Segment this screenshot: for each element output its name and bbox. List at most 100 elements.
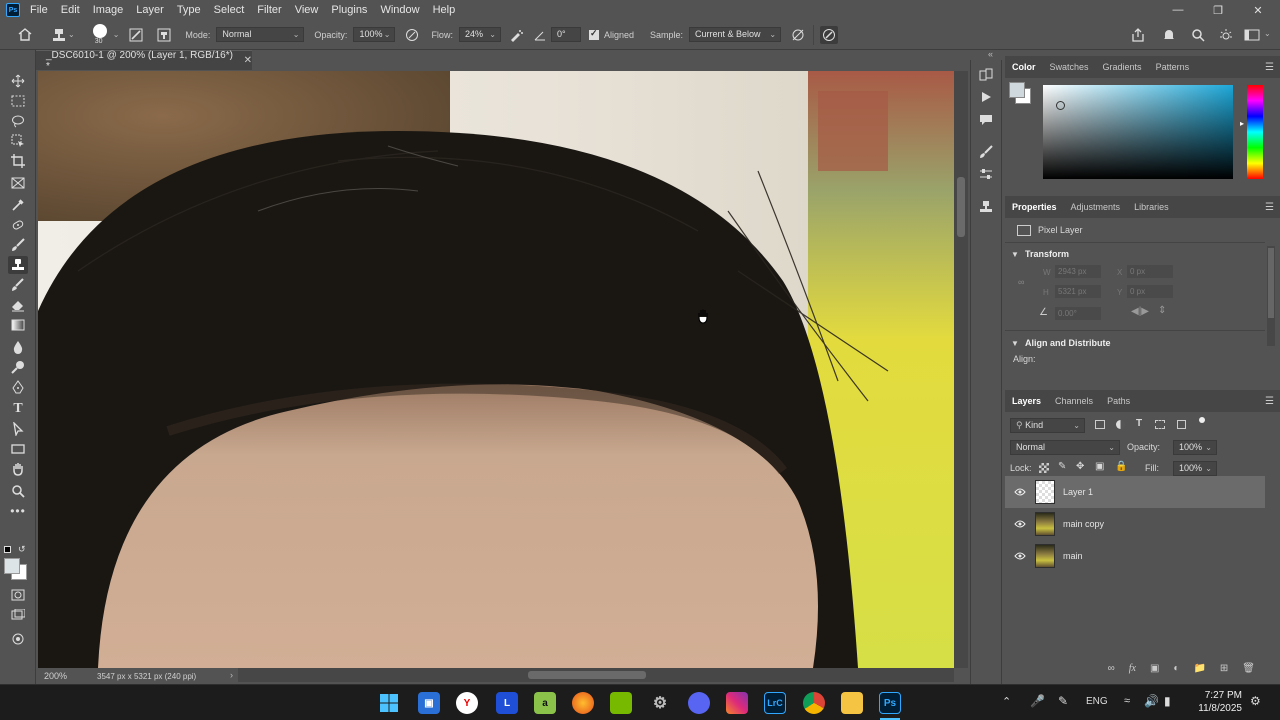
layer-mask-icon[interactable]: ▣ xyxy=(1150,663,1159,674)
actions-play-icon[interactable] xyxy=(980,91,992,106)
volume-icon[interactable]: 🔊 xyxy=(1144,694,1159,708)
object-selection-tool-icon[interactable] xyxy=(8,132,28,150)
color-field[interactable] xyxy=(1043,85,1233,179)
file-explorer-icon[interactable] xyxy=(841,692,863,714)
new-layer-icon[interactable]: ⊞ xyxy=(1220,663,1228,674)
comments-icon[interactable] xyxy=(979,113,993,130)
hue-slider-arrow-icon[interactable]: ▸ xyxy=(1240,119,1244,128)
adjustment-layer-icon[interactable]: ◐ xyxy=(1173,663,1179,674)
tab-color[interactable]: Color xyxy=(1012,62,1036,72)
panel-menu-icon[interactable]: ☰ xyxy=(1265,396,1274,407)
tab-channels[interactable]: Channels xyxy=(1055,396,1093,406)
lock-position-icon[interactable]: ✥ xyxy=(1076,461,1084,472)
layer-filter-select[interactable]: ⚲ Kind ⌄ xyxy=(1010,418,1085,433)
instagram-icon[interactable] xyxy=(726,692,748,714)
vertical-scrollbar[interactable] xyxy=(954,71,968,668)
nvidia-icon[interactable] xyxy=(610,692,632,714)
default-colors-icon[interactable] xyxy=(4,546,11,553)
filter-adjustment-icon[interactable] xyxy=(1116,420,1125,429)
chevron-right-icon[interactable]: › xyxy=(230,670,233,680)
chevron-down-icon[interactable]: ▼ xyxy=(1011,339,1019,348)
menu-plugins[interactable]: Plugins xyxy=(331,4,367,16)
a-app-icon[interactable]: a xyxy=(534,692,556,714)
crop-tool-icon[interactable] xyxy=(8,152,28,170)
angle-field[interactable]: 0° xyxy=(550,27,581,42)
pen-tool-icon[interactable] xyxy=(8,378,28,396)
pressure-size-icon[interactable] xyxy=(820,25,839,44)
type-tool-icon[interactable]: T xyxy=(8,400,28,418)
more-tools-icon[interactable]: ••• xyxy=(8,502,28,520)
tab-adjustments[interactable]: Adjustments xyxy=(1071,202,1121,212)
lock-transparent-icon[interactable] xyxy=(1039,463,1049,473)
horizontal-scroll-thumb[interactable] xyxy=(528,671,646,679)
eye-icon[interactable] xyxy=(1005,488,1035,496)
lightroom-icon[interactable]: LrC xyxy=(764,692,786,714)
mode-select[interactable]: Normal ⌄ xyxy=(216,27,305,42)
lock-all-icon[interactable]: 🔒 xyxy=(1115,461,1127,472)
store-icon[interactable]: ▣ xyxy=(418,692,440,714)
eyedropper-tool-icon[interactable] xyxy=(8,196,28,214)
panel-menu-icon[interactable]: ☰ xyxy=(1265,62,1274,73)
settings-icon[interactable]: ⚙ xyxy=(649,692,671,714)
flip-horizontal-icon[interactable]: ◀|▶ xyxy=(1131,306,1149,317)
pressure-opacity-icon[interactable] xyxy=(403,26,421,44)
firefox-icon[interactable] xyxy=(572,692,594,714)
share-icon[interactable] xyxy=(1129,26,1147,44)
clone-stamp-tool-icon[interactable] xyxy=(8,256,28,274)
tab-libraries[interactable]: Libraries xyxy=(1134,202,1169,212)
airbrush-icon[interactable] xyxy=(507,26,525,44)
flip-vertical-icon[interactable]: ⇕ xyxy=(1158,305,1166,316)
chevron-down-icon[interactable]: ⌄ xyxy=(68,30,75,39)
zoom-tool-icon[interactable] xyxy=(8,482,28,500)
panel-foreground-swatch[interactable] xyxy=(1009,82,1025,98)
aligned-checkbox[interactable]: ✓ xyxy=(588,28,599,40)
properties-scrollbar[interactable] xyxy=(1267,246,1275,346)
filter-type-icon[interactable]: T xyxy=(1136,418,1142,429)
foreground-color-swatch[interactable] xyxy=(4,558,20,574)
tab-swatches[interactable]: Swatches xyxy=(1050,62,1089,72)
x-field[interactable]: 0 px xyxy=(1127,265,1173,278)
minimize-icon[interactable]: — xyxy=(1158,0,1198,20)
battery-icon[interactable]: ▮ xyxy=(1164,694,1171,708)
edit-toolbar-icon[interactable] xyxy=(8,630,28,648)
filter-smart-object-icon[interactable] xyxy=(1177,420,1186,429)
chevron-up-icon[interactable]: ⌃ xyxy=(1002,695,1011,708)
filter-pixel-icon[interactable] xyxy=(1095,420,1105,429)
clone-source-panel-icon[interactable] xyxy=(979,167,993,184)
group-icon[interactable]: 📁 xyxy=(1193,663,1205,674)
brush-size-picker[interactable]: 30 xyxy=(87,21,113,49)
menu-filter[interactable]: Filter xyxy=(257,4,281,16)
fill-field[interactable]: 100% ⌄ xyxy=(1173,461,1217,476)
menu-edit[interactable]: Edit xyxy=(61,4,80,16)
spot-healing-tool-icon[interactable] xyxy=(8,216,28,234)
flow-field[interactable]: 24% ⌄ xyxy=(458,27,501,42)
screen-mode-icon[interactable] xyxy=(8,606,28,624)
gradient-tool-icon[interactable] xyxy=(8,316,28,334)
rotation-field[interactable]: 0.00° xyxy=(1055,307,1101,320)
collapse-panels-icon[interactable]: « xyxy=(988,49,993,59)
link-icon[interactable]: ∞ xyxy=(1018,277,1024,287)
brush-tool-icon[interactable] xyxy=(8,236,28,254)
blend-mode-select[interactable]: Normal ⌄ xyxy=(1010,440,1120,455)
link-layers-icon[interactable]: ∞ xyxy=(1108,663,1115,674)
zoom-level[interactable]: 200% xyxy=(44,671,67,681)
properties-scroll-thumb[interactable] xyxy=(1268,248,1274,318)
trash-icon[interactable]: 🗑 xyxy=(1242,663,1255,674)
menu-type[interactable]: Type xyxy=(177,4,201,16)
search-icon[interactable] xyxy=(1189,26,1207,44)
pen-icon[interactable]: ✎ xyxy=(1058,694,1068,708)
chrome-icon[interactable] xyxy=(803,692,825,714)
tab-properties[interactable]: Properties xyxy=(1012,202,1057,212)
clock[interactable]: 7:27 PM 11/8/2025 xyxy=(1188,689,1242,715)
clone-stamp-preset-icon[interactable] xyxy=(50,26,68,44)
y-field[interactable]: 0 px xyxy=(1127,285,1173,298)
layer-opacity-field[interactable]: 100% ⌄ xyxy=(1173,440,1217,455)
notifications-icon[interactable]: ⚙ xyxy=(1250,694,1261,708)
tab-layers[interactable]: Layers xyxy=(1012,396,1041,406)
opacity-field[interactable]: 100% ⌄ xyxy=(353,27,396,42)
home-icon[interactable] xyxy=(16,26,34,44)
panel-menu-icon[interactable]: ☰ xyxy=(1265,202,1274,213)
menu-select[interactable]: Select xyxy=(214,4,245,16)
chevron-down-icon[interactable]: ▼ xyxy=(1011,250,1019,259)
menu-file[interactable]: File xyxy=(30,4,48,16)
